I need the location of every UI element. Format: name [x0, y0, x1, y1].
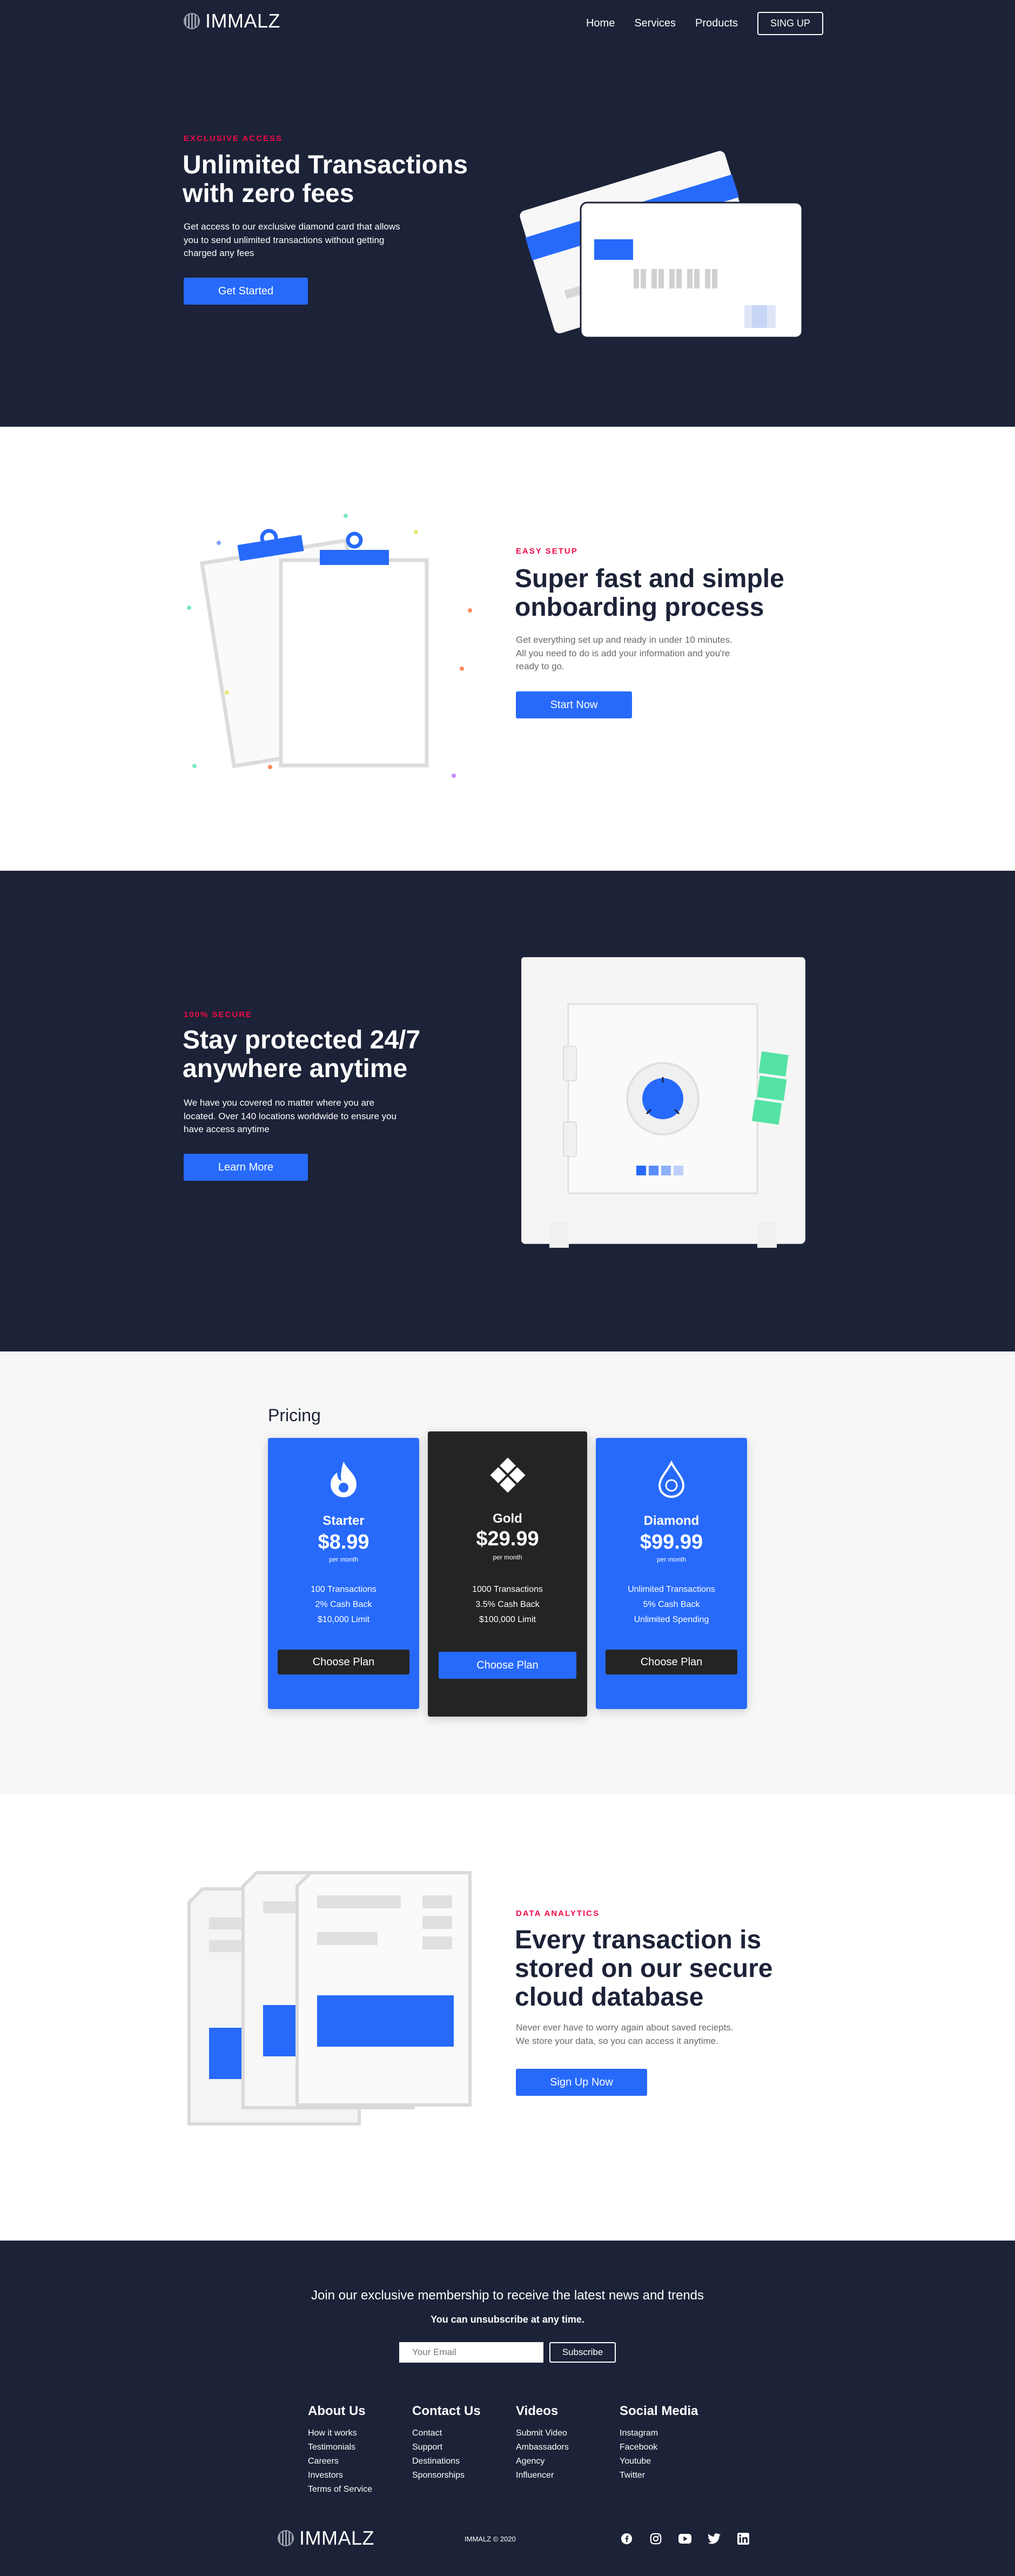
plan-feature: 5% Cash Back [643, 1600, 700, 1609]
security-eyebrow: 100% SECURE [184, 1010, 253, 1019]
onboarding-eyebrow: EASY SETUP [516, 547, 578, 556]
footer-col-title-about: About Us [308, 2404, 366, 2418]
flame-icon [331, 1462, 357, 1497]
copyright: IMMALZ © 2020 [465, 2535, 516, 2543]
footer-link[interactable]: Testimonials [308, 2443, 355, 2452]
onboarding-title: Super fast and simple onboarding process [515, 564, 784, 622]
plan-card-starter: Starter $8.99 per month 100 Transactions… [268, 1438, 419, 1709]
newsletter-headline: Join our exclusive membership to receive… [311, 2288, 704, 2303]
hero-eyebrow: EXCLUSIVE ACCESS [184, 134, 283, 143]
safe-illustration [521, 957, 805, 1248]
footer-link[interactable]: Sponsorships [412, 2471, 465, 2480]
footer-link[interactable]: Investors [308, 2471, 343, 2480]
onboarding-description: Get everything set up and ready in under… [516, 635, 732, 672]
choose-plan-button-diamond[interactable]: Choose Plan [606, 1650, 737, 1674]
plan-feature: Unlimited Spending [634, 1615, 709, 1624]
plan-name: Starter [322, 1514, 365, 1528]
footer-link[interactable]: Support [412, 2443, 442, 2452]
footer-col-title-contact: Contact Us [412, 2404, 481, 2418]
choose-plan-button-gold[interactable]: Choose Plan [439, 1652, 576, 1679]
plan-feature: 3.5% Cash Back [475, 1600, 540, 1609]
footer-link[interactable]: Submit Video [516, 2429, 567, 2438]
plan-feature: $100,000 Limit [479, 1615, 536, 1624]
footer-link[interactable]: How it works [308, 2429, 357, 2438]
analytics-eyebrow: DATA ANALYTICS [516, 1909, 600, 1918]
choose-plan-button-starter[interactable]: Choose Plan [278, 1650, 409, 1674]
drop-icon [658, 1461, 685, 1498]
brand-logo[interactable]: IMMALZ [184, 10, 280, 32]
linkedin-icon[interactable] [737, 2532, 750, 2545]
logo-icon [184, 13, 200, 29]
instagram-icon[interactable] [649, 2532, 662, 2545]
plan-feature: 2% Cash Back [315, 1600, 372, 1609]
footer-brand-logo[interactable]: IMMALZ [278, 2527, 374, 2550]
footer-link[interactable]: Twitter [620, 2471, 645, 2480]
credit-cards-illustration [519, 149, 803, 339]
analytics-section: DATA ANALYTICS Every transaction is stor… [0, 1794, 1015, 2241]
security-title: Stay protected 24/7 anywhere anytime [183, 1026, 421, 1083]
footer-link[interactable]: Instagram [620, 2429, 658, 2438]
analytics-description: Never ever have to worry again about sav… [516, 2022, 734, 2046]
hero-description: Get access to our exclusive diamond card… [184, 221, 400, 259]
plan-period: per month [656, 1556, 687, 1563]
footer-link[interactable]: Contact [412, 2429, 442, 2438]
plan-period: per month [493, 1553, 522, 1561]
security-section: 100% SECURE Stay protected 24/7 anywhere… [0, 871, 1015, 1351]
clipboards-illustration [187, 514, 472, 778]
subscribe-button[interactable]: Subscribe [549, 2342, 616, 2363]
footer: Join our exclusive membership to receive… [0, 2241, 1015, 2576]
youtube-icon[interactable] [678, 2532, 691, 2545]
nav-links: Home Services Products SING UP [586, 12, 823, 35]
documents-illustration [187, 1871, 472, 2126]
pricing-section: Pricing Starter $8.99 per month 100 Tran… [0, 1351, 1015, 1794]
plan-feature: $10,000 Limit [317, 1615, 370, 1624]
plan-card-gold: Gold $29.99 per month 1000 Transactions … [428, 1431, 587, 1717]
analytics-title: Every transaction is stored on our secur… [515, 1926, 773, 2012]
brand-name: IMMALZ [205, 10, 281, 32]
plan-price: $99.99 [640, 1531, 703, 1553]
footer-link[interactable]: Agency [516, 2457, 545, 2466]
logo-icon [278, 2530, 294, 2546]
plan-price: $29.99 [476, 1528, 539, 1550]
footer-link[interactable]: Terms of Service [308, 2485, 372, 2494]
plan-name: Diamond [643, 1514, 700, 1528]
security-description: We have you covered no matter where you … [184, 1098, 397, 1135]
facebook-icon[interactable] [620, 2532, 633, 2545]
twitter-icon[interactable] [708, 2532, 721, 2545]
footer-brand-name: IMMALZ [299, 2527, 375, 2549]
start-now-button[interactable]: Start Now [516, 691, 632, 718]
footer-link[interactable]: Influencer [516, 2471, 554, 2480]
plan-feature: 100 Transactions [311, 1585, 377, 1594]
diamond-grid-icon [489, 1457, 526, 1493]
plan-feature: 1000 Transactions [472, 1585, 543, 1594]
footer-link[interactable]: Destinations [412, 2457, 460, 2466]
get-started-button[interactable]: Get Started [184, 278, 308, 305]
footer-link[interactable]: Facebook [620, 2443, 657, 2452]
plan-card-diamond: Diamond $99.99 per month Unlimited Trans… [596, 1438, 747, 1709]
plan-period: per month [328, 1556, 359, 1563]
plan-price: $8.99 [318, 1531, 369, 1553]
plan-feature: Unlimited Transactions [628, 1585, 715, 1594]
email-input[interactable] [399, 2342, 543, 2363]
footer-col-title-videos: Videos [516, 2404, 559, 2418]
signup-button[interactable]: SING UP [757, 12, 823, 35]
sign-up-now-button[interactable]: Sign Up Now [516, 2069, 647, 2096]
footer-link[interactable]: Careers [308, 2457, 339, 2466]
hero-title: Unlimited Transactions with zero fees [183, 151, 468, 208]
plan-name: Gold [493, 1511, 522, 1526]
footer-link[interactable]: Youtube [620, 2457, 651, 2466]
learn-more-button[interactable]: Learn More [184, 1154, 308, 1181]
hero-section: EXCLUSIVE ACCESS Unlimited Transactions … [0, 43, 1015, 427]
newsletter-subline: You can unsubscribe at any time. [431, 2314, 584, 2325]
footer-col-title-social: Social Media [620, 2404, 698, 2418]
nav-link-products[interactable]: Products [695, 17, 738, 30]
onboarding-section: EASY SETUP Super fast and simple onboard… [0, 427, 1015, 871]
nav-link-services[interactable]: Services [634, 17, 676, 30]
nav-link-home[interactable]: Home [586, 17, 615, 30]
navbar: IMMALZ Home Services Products SING UP [0, 0, 1015, 43]
pricing-title: Pricing [268, 1405, 321, 1425]
footer-link[interactable]: Ambassadors [516, 2443, 569, 2452]
